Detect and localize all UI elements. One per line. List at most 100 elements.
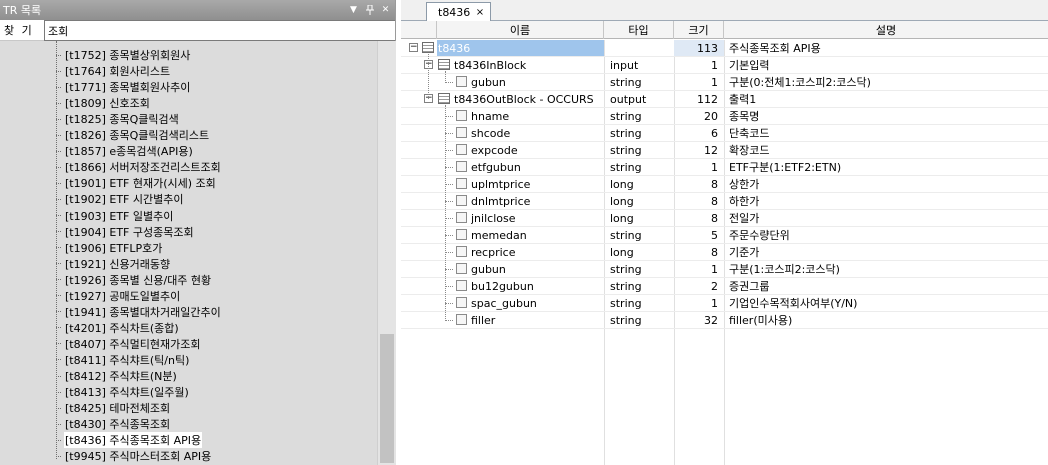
field-name: memedan [471,228,527,242]
column-header-type[interactable]: 타입 [604,21,674,39]
field-name: recprice [471,245,516,259]
field-name: t8436OutBlock - OCCURS [454,92,594,106]
field-row[interactable]: bu12gubun string 2 증권그룹 [401,278,1048,295]
field-size: 1 [711,75,718,89]
field-row[interactable]: − t8436 113 주식종목조회 API용 [401,40,1048,57]
tr-list-item-label: [t8407] 주식멀티현재가조회 [65,337,201,351]
tr-list-item[interactable]: [t1901] ETF 현재가(시세) 조회 [56,175,217,191]
tr-list-item[interactable]: [t1902] ETF 시간별추이 [56,191,184,207]
tr-list-item[interactable]: [t1921] 신용거래동향 [56,256,171,272]
field-type: long [610,194,634,208]
field-type: string [610,262,642,276]
tr-node-icon [422,42,434,53]
tr-list-item[interactable]: [t8411] 주식챠트(틱/n틱) [56,352,190,368]
tr-list-item[interactable]: [t8425] 테마전체조회 [56,400,171,416]
field-desc: 기본입력 [729,59,770,72]
tr-list-panel: TR 목록 ▼ ✕ 찾 기 [t1752] 종목별상위회원사 [t1764] 회원… [0,0,396,465]
tr-list-item[interactable]: [t4201] 주식차트(종합) [56,320,180,336]
field-row[interactable]: − t8436InBlock input 1 기본입력 [401,57,1048,74]
field-leaf-icon [456,246,467,257]
tr-list-item[interactable]: [t1752] 종목별상위회원사 [56,47,191,63]
field-leaf-icon [456,314,467,325]
tr-list-item[interactable]: [t8413] 주식챠트(일주월) [56,384,190,400]
tr-list-item-label: [t1771] 종목별회원사추이 [65,81,191,95]
tr-list-item-label: [t1752] 종목별상위회원사 [65,49,191,62]
field-row[interactable]: − t8436OutBlock - OCCURS output 112 출력1 [401,91,1048,108]
tr-detail-panel: t8436 × 이름 타입 크기 설명 − t8436 113 주식종목조회 API용… [401,0,1048,465]
tr-list-item-label: [t9945] 주식마스터조회 API용 [65,450,212,464]
tr-list-item[interactable]: [t8436] 주식종목조회 API용 [56,432,203,449]
tr-list-item[interactable]: [t8430] 주식종목조회 [56,416,171,432]
field-name: bu12gubun [471,279,534,293]
column-header-size[interactable]: 크기 [674,21,724,39]
field-size: 20 [704,109,718,123]
field-size: 113 [697,41,718,55]
tr-list-item[interactable]: [t1906] ETFLP호가 [56,240,163,256]
field-name: uplmtprice [471,177,531,191]
field-grid: − t8436 113 주식종목조회 API용 − t8436InBlock input 1 기… [401,40,1048,465]
tr-list-item-label: [t1826] 종목Q클릭검색리스트 [65,129,210,143]
tab-strip: t8436 × [401,0,1048,21]
dropdown-icon[interactable]: ▼ [347,4,360,17]
tr-list-item-label: [t1941] 종목별대차거래일간추이 [65,305,221,319]
field-desc: 주문수량단위 [729,229,790,242]
field-name: t8436InBlock [454,58,527,72]
collapse-icon[interactable]: − [409,43,418,52]
tree-scrollbar[interactable] [377,41,396,465]
tr-list-item[interactable]: [t1826] 종목Q클릭검색리스트 [56,127,210,143]
field-name: hname [471,109,510,123]
field-desc: filler(미사용) [729,314,793,327]
field-row[interactable]: dnlmtprice long 8 하한가 [401,193,1048,210]
field-row[interactable]: memedan string 5 주문수량단위 [401,227,1048,244]
field-row[interactable]: expcode string 12 확장코드 [401,142,1048,159]
field-row[interactable]: spac_gubun string 1 기업인수목적회사여부(Y/N) [401,295,1048,312]
close-icon[interactable]: ✕ [379,4,392,17]
tr-list-item[interactable]: [t1927] 공매도일별추이 [56,288,181,304]
field-row[interactable]: uplmtprice long 8 상한가 [401,176,1048,193]
field-name: jnilclose [471,211,516,225]
field-desc: 기준가 [729,246,760,259]
tr-list-item[interactable]: [t1764] 회원사리스트 [56,63,171,79]
field-type: string [610,296,642,310]
tr-list-item-label: [t8412] 주식챠트(N분) [65,370,177,383]
field-type: output [610,92,647,106]
tr-list-item[interactable]: [t1866] 서버저장조건리스트조회 [56,159,222,175]
tr-list-item[interactable]: [t1809] 신호조회 [56,95,151,111]
tr-list-item[interactable]: [t1857] e종목검색(API용) [56,143,194,159]
pin-icon[interactable] [363,4,376,17]
field-row[interactable]: filler string 32 filler(미사용) [401,312,1048,329]
field-row[interactable]: shcode string 6 단축코드 [401,125,1048,142]
tr-list-item-label: [t1809] 신호조회 [65,97,150,111]
column-header-desc[interactable]: 설명 [724,21,1048,39]
field-row[interactable]: etfgubun string 1 ETF구분(1:ETF2:ETN) [401,159,1048,176]
field-leaf-icon [456,178,467,189]
tab-t8436[interactable]: t8436 × [426,2,491,21]
field-leaf-icon [456,229,467,240]
field-row[interactable]: hname string 20 종목명 [401,108,1048,125]
tr-list-item[interactable]: [t1904] ETF 구성종목조회 [56,224,195,240]
tr-list-item[interactable]: [t9945] 주식마스터조회 API용 [56,448,212,464]
tr-list-item[interactable]: [t8407] 주식멀티현재가조회 [56,336,201,352]
field-row[interactable]: jnilclose long 8 전일가 [401,210,1048,227]
search-input[interactable] [44,20,395,41]
tr-list-item[interactable]: [t8412] 주식챠트(N분) [56,368,178,384]
tr-list-item[interactable]: [t1941] 종목별대차거래일간추이 [56,304,222,320]
tr-list-item[interactable]: [t1771] 종목별회원사추이 [56,79,191,95]
tab-close-icon[interactable]: × [474,7,486,18]
field-row[interactable]: gubun string 1 구분(1:코스피2:코스닥) [401,261,1048,278]
field-row[interactable]: gubun string 1 구분(0:전체1:코스피2:코스닥) [401,74,1048,91]
search-label: 찾 기 [4,24,34,37]
field-desc: 출력1 [729,93,757,106]
scrollbar-thumb[interactable] [380,334,394,463]
field-type: long [610,177,634,191]
field-row[interactable]: recprice long 8 기준가 [401,244,1048,261]
tr-list-item[interactable]: [t1903] ETF 일별추이 [56,208,174,224]
tr-tree: [t1752] 종목별상위회원사 [t1764] 회원사리스트 [t1771] 종목… [0,41,396,465]
tr-list-item-label: [t8411] 주식챠트(틱/n틱) [65,353,190,367]
field-desc: 구분(0:전체1:코스피2:코스닥) [729,76,871,89]
tr-list-item[interactable]: [t1825] 종목Q클릭검색 [56,111,180,127]
tr-list-item[interactable]: [t1926] 종목별 신용/대주 현황 [56,272,212,288]
field-desc: 종목명 [729,110,760,123]
column-header-name[interactable]: 이름 [437,21,604,39]
field-name: filler [471,313,496,327]
